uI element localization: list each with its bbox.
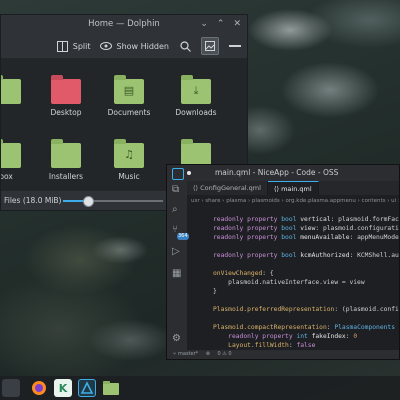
code-line: readonly property int fakeIndex: 0 [228,333,358,340]
unsaved-dot-icon [187,171,191,175]
app-logo-icon [172,168,184,180]
code-line: Plasmoid.compactRepresentation: PlasmaCo… [213,324,395,331]
code-line: readonly property bool view: plasmoid.co… [213,225,400,232]
firefox-icon[interactable] [30,379,48,397]
code-line: readonly property bool vertical: plasmoi… [213,216,399,223]
search-icon[interactable]: ⌕ [172,205,178,215]
show-desktop-button[interactable] [2,379,20,397]
file-item-desktop[interactable]: Desktop [34,75,98,117]
kdevelop-icon[interactable]: K [54,379,72,397]
extensions-icon[interactable]: ▦ [172,269,181,279]
branch-name[interactable]: master* [178,351,198,357]
minimize-icon[interactable]: ⌄ [200,15,208,34]
image-icon [205,41,215,51]
code-window-title: main.qml - NiceApp - Code - OSS [215,168,339,177]
code-line: } [213,288,217,295]
close-icon[interactable]: ✕ [233,15,241,34]
code-line: readonly property bool menuAvailable: ap… [213,234,400,241]
file-item-box[interactable]: box [1,139,38,181]
show-hidden-button[interactable]: Show Hidden [100,40,169,52]
split-icon [57,40,69,52]
code-line: Layout.fillWidth: false [228,342,316,349]
breadcrumb[interactable]: usr › share › plasma › plasmoids › org.k… [191,196,399,206]
file-item-documents[interactable]: ▤ Documents [97,75,161,117]
code-line: plasmoid.nativeInterface.view = view [213,279,365,286]
code-statusbar: ⑂ master* ⊗ 0 ⚠ 0 [167,350,399,359]
folder-icon [1,75,21,104]
music-folder-icon: ♫ [114,139,144,168]
folder-icon [51,139,81,168]
documents-folder-icon: ▤ [114,75,144,104]
file-item[interactable] [1,75,38,108]
settings-gear-icon[interactable]: ⚙ [172,334,181,344]
run-debug-icon[interactable]: ▷ [172,247,180,257]
code-line: readonly property bool kcmAuthorized: KC… [213,252,399,259]
file-item-music[interactable]: ♫ Music [97,139,161,181]
explorer-icon[interactable]: ⧉ [172,185,179,195]
menu-icon[interactable] [229,40,241,52]
preview-toggle-button[interactable] [201,37,219,55]
editor-tabs: ⟨⟩ ConfigGeneral.qml ⟨⟩ main.qml [187,181,399,195]
code-titlebar[interactable]: main.qml - NiceApp - Code - OSS [167,165,399,181]
desktop-folder-icon [51,75,81,104]
dolphin-icon[interactable] [102,379,120,397]
window-controls: ⌄ ⌃ ✕ [200,15,241,34]
folder-icon [1,139,21,168]
code-oss-icon[interactable] [78,379,96,397]
status-text: Files (18.0 MiB) [4,196,62,205]
dolphin-titlebar[interactable]: Home — Dolphin ⌄ ⌃ ✕ [1,15,247,34]
zoom-slider-handle[interactable] [83,196,94,207]
tab-main-qml[interactable]: ⟨⟩ main.qml [267,181,319,195]
split-button[interactable]: Split [57,40,91,52]
file-item-installers[interactable]: Installers [34,139,98,181]
git-branch-icon[interactable]: ⑂ [173,351,176,357]
file-item-downloads[interactable]: ⤓ Downloads [164,75,228,117]
code-line: Plasmoid.preferredRepresentation: (plasm… [213,306,399,313]
code-line: onViewChanged: { [213,270,274,277]
downloads-folder-icon: ⤓ [181,75,211,104]
split-label: Split [72,41,91,51]
show-hidden-label: Show Hidden [116,41,169,51]
taskbar: K [0,376,400,400]
eye-icon [100,40,113,52]
maximize-icon[interactable]: ⌃ [217,15,225,34]
dolphin-toolbar: Split Show Hidden [1,34,247,59]
tab-configgeneral[interactable]: ⟨⟩ ConfigGeneral.qml [187,181,268,195]
zoom-slider[interactable] [63,196,163,207]
code-editor-window[interactable]: main.qml - NiceApp - Code - OSS ⧉ ⌕ ⑂ 36… [166,164,400,360]
problems-indicator[interactable]: ⊗ 0 ⚠ 0 [206,351,232,357]
code-editor[interactable]: readonly property bool vertical: plasmoi… [187,207,400,358]
window-title: Home — Dolphin [88,19,160,29]
activity-bar: ⧉ ⌕ ⑂ 364 ▷ ▦ ⚙ [167,181,189,350]
search-icon[interactable] [179,40,191,52]
